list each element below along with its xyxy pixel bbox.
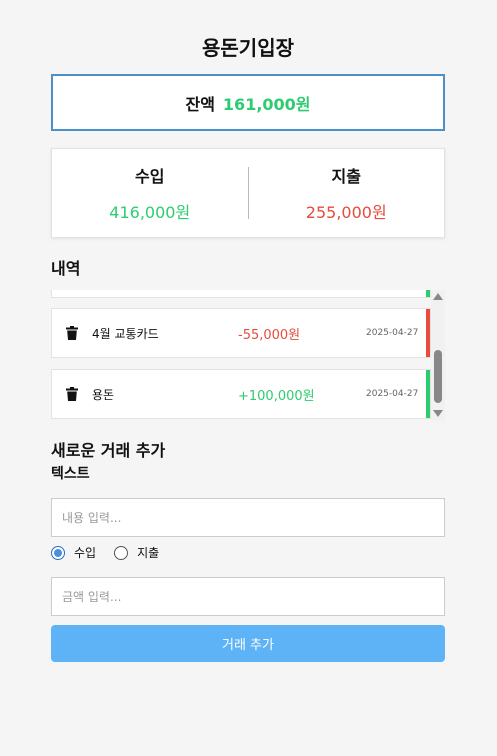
form-subheading: 텍스트 xyxy=(51,466,90,482)
scroll-up-icon[interactable] xyxy=(433,293,443,300)
radio-expense[interactable]: 지출 xyxy=(114,544,159,561)
type-radio-group: 수입 지출 xyxy=(51,544,177,561)
balance-amount: 161,000원 xyxy=(222,94,311,114)
list-item-type-bar xyxy=(426,290,430,297)
page-title: 용돈기입장 xyxy=(202,36,294,60)
radio-expense-label: 지출 xyxy=(137,546,160,560)
list-scrollbar[interactable] xyxy=(431,290,445,421)
trash-icon[interactable] xyxy=(66,326,80,340)
list-item-desc: 4월 교통카드 xyxy=(92,326,159,341)
expense-label: 지출 xyxy=(331,167,361,186)
list-item-date: 2025-04-27 xyxy=(366,389,419,399)
radio-income-dot[interactable] xyxy=(51,545,65,560)
expense-amount: 255,000원 xyxy=(305,203,387,222)
list-item-partial xyxy=(51,290,431,298)
radio-income[interactable]: 수입 xyxy=(51,544,96,561)
income-label: 수입 xyxy=(135,167,165,186)
list-item-date: 2025-04-27 xyxy=(366,328,419,338)
history-heading: 내역 xyxy=(51,259,81,278)
list-item-type-bar xyxy=(426,370,430,418)
list-item-amount: +100,000원 xyxy=(238,388,315,404)
list-item-type-bar xyxy=(426,309,430,357)
scroll-down-icon[interactable] xyxy=(433,410,443,417)
summary-card: 수입 416,000원 지출 255,000원 xyxy=(51,148,445,238)
balance-box: 잔액 161,000원 xyxy=(51,74,445,131)
scroll-thumb[interactable] xyxy=(434,350,442,403)
amount-input[interactable] xyxy=(51,577,445,616)
balance-label: 잔액 xyxy=(185,94,215,114)
radio-income-label: 수입 xyxy=(74,546,97,560)
add-transaction-button[interactable]: 거래 추가 xyxy=(51,625,445,662)
list-item-desc: 용돈 xyxy=(92,387,115,402)
income-summary: 수입 416,000원 xyxy=(52,163,248,223)
income-amount: 416,000원 xyxy=(109,203,191,222)
description-input[interactable] xyxy=(51,498,445,537)
trash-icon[interactable] xyxy=(66,387,80,401)
history-list[interactable]: 4월 교통카드 -55,000원 2025-04-27 용돈 +100,000원… xyxy=(51,290,445,421)
radio-expense-dot[interactable] xyxy=(114,545,129,560)
list-item-amount: -55,000원 xyxy=(238,327,301,343)
form-heading: 새로운 거래 추가 xyxy=(51,441,166,460)
expense-summary: 지출 255,000원 xyxy=(249,163,445,223)
list-item: 4월 교통카드 -55,000원 2025-04-27 xyxy=(51,308,431,358)
list-item: 용돈 +100,000원 2025-04-27 xyxy=(51,369,431,419)
